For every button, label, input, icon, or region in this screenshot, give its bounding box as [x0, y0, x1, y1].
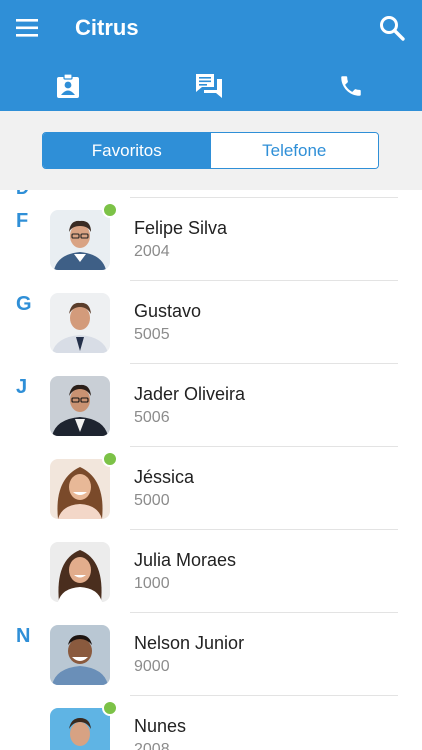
contact-extension: 1000	[134, 575, 170, 592]
contact-name: Felipe Silva	[134, 218, 228, 238]
app-title: Citrus	[75, 15, 139, 40]
avatar	[50, 625, 110, 685]
contact-name: Nunes	[134, 716, 187, 736]
section-letter: J	[16, 376, 28, 398]
contact-name: Nelson Junior	[134, 633, 245, 653]
segmented-control: Favoritos Telefone	[42, 132, 379, 169]
contact-list: D F Felipe Silva 2004 G	[0, 190, 422, 750]
contact-name: Jéssica	[134, 467, 195, 487]
segment-telefone[interactable]: Telefone	[210, 133, 378, 168]
contact-extension: 5005	[134, 326, 170, 343]
contacts-badge-icon	[57, 73, 79, 98]
section-letter: G	[16, 293, 32, 315]
chat-icon	[196, 74, 222, 98]
tab-chat[interactable]	[189, 66, 229, 106]
contact-row[interactable]: Nunes 2008	[0, 696, 422, 750]
tab-phone[interactable]	[331, 66, 371, 106]
contact-extension: 5000	[134, 492, 170, 509]
phone-icon	[341, 76, 361, 96]
segment-favoritos[interactable]: Favoritos	[43, 133, 211, 168]
avatar	[50, 542, 110, 602]
search-icon[interactable]	[378, 14, 406, 42]
contact-extension: 2008	[134, 741, 170, 750]
contact-extension: 9000	[134, 658, 170, 675]
avatar	[50, 459, 110, 519]
section-letter: N	[16, 625, 31, 647]
contact-row[interactable]: Jéssica 5000	[0, 447, 422, 530]
contact-row[interactable]: Julia Moraes 1000	[0, 530, 422, 613]
avatar	[50, 210, 110, 270]
contact-name: Gustavo	[134, 301, 202, 321]
app-bar: Citrus	[0, 0, 422, 111]
tab-contacts[interactable]	[48, 66, 88, 106]
section-letter: F	[16, 210, 29, 232]
contact-row[interactable]: N Nelson Junior 9000	[0, 613, 422, 696]
avatar	[50, 376, 110, 436]
online-status-dot	[102, 700, 118, 716]
avatar	[50, 708, 110, 750]
menu-icon[interactable]	[16, 17, 40, 39]
contact-name: Jader Oliveira	[134, 384, 246, 404]
contact-row[interactable]: F Felipe Silva 2004	[0, 198, 422, 281]
contact-name: Julia Moraes	[134, 550, 237, 570]
contact-extension: 2004	[134, 243, 170, 260]
online-status-dot	[102, 451, 118, 467]
contact-row[interactable]: G Gustavo 5005	[0, 281, 422, 364]
contact-extension: 5006	[134, 409, 170, 426]
avatar	[50, 293, 110, 353]
contact-row[interactable]: J Jader Oliveira 5006	[0, 364, 422, 447]
tab-bar	[0, 66, 422, 106]
online-status-dot	[102, 202, 118, 218]
